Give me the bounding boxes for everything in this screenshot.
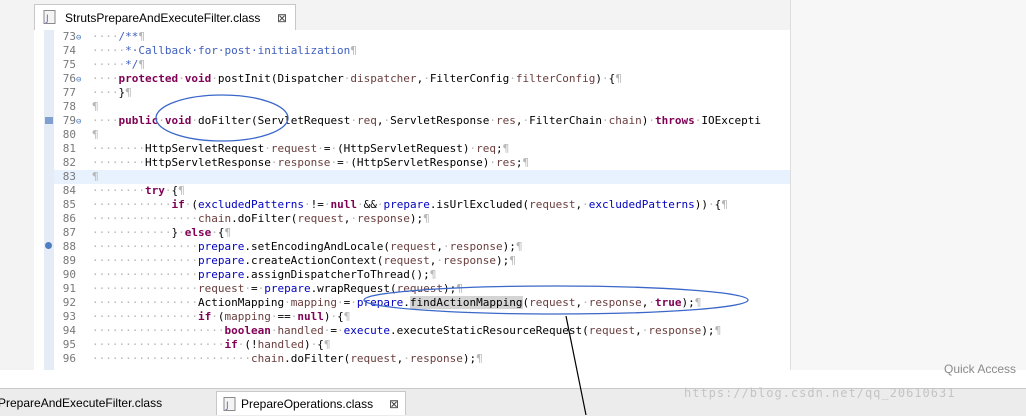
annotation-arrow-line (565, 315, 587, 415)
annotation-ellipse-findactionmapping (363, 285, 749, 315)
annotation-overlay (155, 94, 749, 415)
annotation-ellipse-dofilter (155, 94, 289, 142)
